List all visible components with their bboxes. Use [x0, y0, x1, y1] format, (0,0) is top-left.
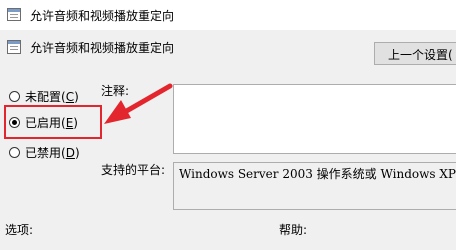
comment-label: 注释: — [101, 84, 130, 98]
comment-textarea[interactable] — [173, 84, 456, 154]
options-label: 选项: — [5, 223, 34, 237]
help-label: 帮助: — [279, 223, 308, 237]
supported-platform-label: 支持的平台: — [101, 163, 166, 177]
supported-platform-field: Windows Server 2003 操作系统或 Windows XP P — [173, 162, 456, 210]
